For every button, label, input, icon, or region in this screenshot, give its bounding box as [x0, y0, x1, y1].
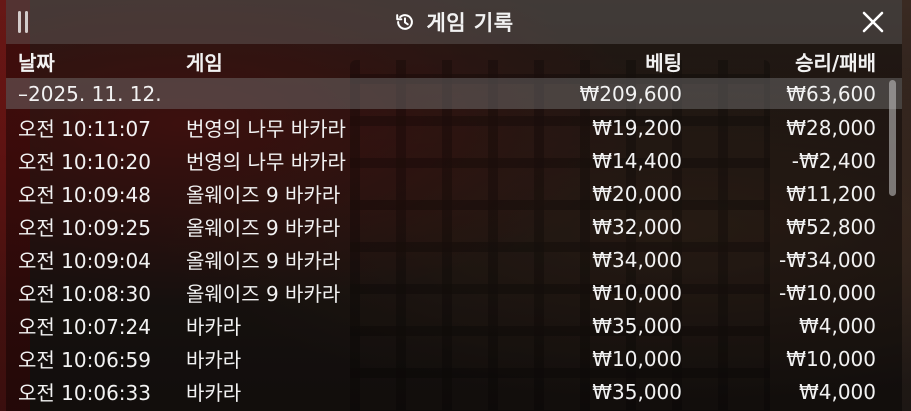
row-game: 번영의 나무 바카라 — [186, 150, 346, 174]
row-time: 오전 10:06:59 — [18, 348, 151, 372]
column-header-date: 날짜 — [18, 50, 55, 75]
history-row[interactable]: 오전 10:09:04 올웨이즈 9 바카라 ₩34,000 -₩34,000 — [6, 243, 902, 276]
column-header-result: 승리/패배 — [795, 50, 876, 75]
row-bet: ₩14,400 — [592, 148, 682, 173]
row-time: 오전 10:08:30 — [18, 282, 151, 306]
summary-bet-total: ₩209,600 — [579, 81, 682, 106]
close-button[interactable] — [860, 9, 886, 35]
row-result: ₩52,800 — [786, 214, 876, 239]
casino-screen: 게임 기록 날짜 게임 베팅 승리/패배 –2025. 11. 12. ₩209… — [0, 0, 911, 411]
column-header-bet: 베팅 — [645, 50, 682, 75]
close-icon — [862, 11, 884, 33]
date-summary-row[interactable]: –2025. 11. 12. ₩209,600 ₩63,600 — [6, 78, 902, 109]
summary-date: –2025. 11. 12. — [18, 81, 162, 106]
row-time: 오전 10:10:20 — [18, 150, 151, 174]
table-header: 날짜 게임 베팅 승리/패배 — [6, 44, 902, 78]
row-result: -₩10,000 — [779, 280, 876, 305]
history-icon — [394, 11, 416, 33]
row-time: 오전 10:07:24 — [18, 315, 151, 339]
drag-handle-icon[interactable] — [18, 11, 32, 33]
summary-result-total: ₩63,600 — [786, 81, 876, 106]
row-game: 올웨이즈 9 바카라 — [186, 249, 341, 273]
row-time: 오전 10:09:48 — [18, 183, 151, 207]
row-game: 올웨이즈 9 바카라 — [186, 183, 341, 207]
history-list[interactable]: –2025. 11. 12. ₩209,600 ₩63,600 오전 10:11… — [6, 78, 902, 411]
history-row[interactable]: 오전 10:11:07 번영의 나무 바카라 ₩19,200 ₩28,000 — [6, 111, 902, 144]
scrollbar[interactable] — [889, 80, 896, 196]
column-header-game: 게임 — [186, 50, 223, 75]
row-time: 오전 10:11:07 — [18, 117, 151, 141]
history-row[interactable]: 오전 10:06:59 바카라 ₩10,000 ₩10,000 — [6, 342, 902, 375]
history-row[interactable]: 오전 10:10:20 번영의 나무 바카라 ₩14,400 -₩2,400 — [6, 144, 902, 177]
row-game: 바카라 — [186, 381, 242, 405]
row-bet: ₩19,200 — [592, 115, 682, 140]
row-result: ₩11,200 — [786, 181, 876, 206]
title-group: 게임 기록 — [394, 7, 513, 37]
history-row[interactable]: 오전 10:07:24 바카라 ₩35,000 ₩4,000 — [6, 309, 902, 342]
game-history-panel: 게임 기록 날짜 게임 베팅 승리/패배 –2025. 11. 12. ₩209… — [6, 0, 902, 411]
row-bet: ₩35,000 — [592, 379, 682, 404]
row-game: 바카라 — [186, 315, 242, 339]
title-bar: 게임 기록 — [6, 0, 902, 44]
page-title: 게임 기록 — [426, 11, 514, 35]
row-bet: ₩10,000 — [592, 280, 682, 305]
row-result: -₩2,400 — [791, 148, 876, 173]
history-row[interactable]: 오전 10:08:30 올웨이즈 9 바카라 ₩10,000 -₩10,000 — [6, 276, 902, 309]
row-result: -₩34,000 — [779, 247, 876, 272]
row-bet: ₩34,000 — [592, 247, 682, 272]
row-bet: ₩10,000 — [592, 346, 682, 371]
row-game: 바카라 — [186, 348, 242, 372]
row-result: ₩28,000 — [786, 115, 876, 140]
history-row[interactable]: 오전 10:09:48 올웨이즈 9 바카라 ₩20,000 ₩11,200 — [6, 177, 902, 210]
row-bet: ₩32,000 — [592, 214, 682, 239]
row-bet: ₩20,000 — [592, 181, 682, 206]
row-time: 오전 10:09:25 — [18, 216, 151, 240]
row-result: ₩10,000 — [786, 346, 876, 371]
row-result: ₩4,000 — [798, 379, 876, 404]
row-game: 올웨이즈 9 바카라 — [186, 282, 341, 306]
row-result: ₩4,000 — [798, 313, 876, 338]
history-row[interactable]: 오전 10:06:33 바카라 ₩35,000 ₩4,000 — [6, 375, 902, 408]
row-time: 오전 10:09:04 — [18, 249, 151, 273]
row-game: 번영의 나무 바카라 — [186, 117, 346, 141]
row-game: 올웨이즈 9 바카라 — [186, 216, 341, 240]
row-time: 오전 10:06:33 — [18, 381, 151, 405]
row-bet: ₩35,000 — [592, 313, 682, 338]
history-row[interactable]: 오전 10:09:25 올웨이즈 9 바카라 ₩32,000 ₩52,800 — [6, 210, 902, 243]
